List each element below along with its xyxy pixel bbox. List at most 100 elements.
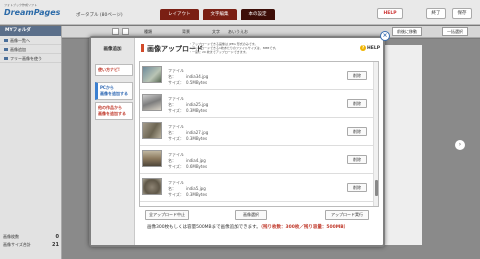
delete-button[interactable]: 削除 [347, 71, 367, 80]
delete-button[interactable]: 削除 [347, 183, 367, 192]
image-count: 画像枚数 0 [3, 234, 59, 240]
file-name-row: ファイル名： india4.jpg [168, 152, 207, 164]
file-info: ファイル名： india27.jpg サイズ： 0.3MBytes [168, 124, 208, 142]
image-thumbnail [142, 94, 162, 111]
image-size-label: 画像サイズ合計 [3, 242, 31, 247]
image-thumbnail [142, 66, 162, 83]
list-item: ファイル名： india27.jpg サイズ： 0.3MBytes 削除 [140, 118, 374, 146]
exit-button[interactable]: 終了 [426, 8, 446, 19]
delete-button[interactable]: 削除 [347, 99, 367, 108]
remaining-quota: （残り枚数：300枚／残り容量：500MB） [260, 225, 349, 230]
upload-file-list[interactable]: ファイル名： india34.jpg サイズ： 0.5MBytes 削除 ファイル名… [139, 61, 379, 207]
dialog-side-menu: 画像追加 使い方ナビ! PCから 画像を追加する 他の作品から 画像を追加する [91, 38, 135, 245]
file-name-row: ファイル名： india25.jpg [168, 96, 208, 108]
upload-limit-text: 画像300枚もしくは容量500MBまで画像追加できます。 [147, 225, 261, 230]
file-size: 0.3MBytes [186, 192, 208, 197]
image-size-total: 画像サイズ合計 21 [3, 242, 59, 248]
file-size-row: サイズ： 0.3MBytes [168, 192, 207, 198]
sidebar-item-image-list[interactable]: 画像一覧へ [0, 36, 61, 45]
color-swatch[interactable] [112, 28, 119, 35]
image-thumbnail [142, 122, 162, 139]
image-count-label: 画像枚数 [3, 234, 19, 239]
app-header: フォトブック作成ソフト DreamPages ポータブル (80ページ) レイア… [0, 0, 480, 25]
file-name: india5.jpg [186, 186, 206, 191]
dialog-actions: 全アップロード中止 画像選択 アップロード実行 [139, 209, 379, 221]
file-name: india4.jpg [186, 158, 206, 163]
delete-button[interactable]: 削除 [347, 155, 367, 164]
tab-layout[interactable]: レイアウト [160, 9, 199, 20]
delete-button[interactable]: 削除 [347, 127, 367, 136]
upload-limit-note: 画像300枚もしくは容量500MBまで画像追加できます。（残り枚数：300枚／残… [147, 224, 379, 230]
image-size-value: 21 [52, 242, 59, 248]
file-name-label: ファイル名： [168, 152, 184, 163]
edition-label: ポータブル (80ページ) [76, 13, 123, 18]
save-button[interactable]: 保存 [452, 8, 472, 19]
file-size-row: サイズ： 0.5MBytes [168, 80, 208, 86]
next-page-icon[interactable]: › [455, 140, 465, 150]
menu-item-sublabel: 画像を追加する [100, 91, 128, 96]
scrollbar-thumb[interactable] [375, 180, 378, 196]
sidebar-item-free-images[interactable]: フリー画像を使う [0, 54, 61, 63]
file-name: india25.jpg [186, 102, 209, 107]
file-size-row: サイズ： 0.3MBytes [168, 108, 208, 114]
file-info: ファイル名： india5.jpg サイズ： 0.3MBytes [168, 180, 207, 198]
file-size-row: サイズ： 0.3MBytes [168, 136, 208, 142]
file-name-row: ファイル名： india5.jpg [168, 180, 207, 192]
list-item: ファイル名： india25.jpg サイズ： 0.3MBytes 削除 [140, 90, 374, 118]
file-size-label: サイズ： [168, 80, 184, 85]
file-size-label: サイズ： [168, 136, 184, 141]
file-name-label: ファイル名： [168, 124, 184, 135]
menu-item-sublabel: 画像を追加する [98, 111, 126, 116]
file-size: 0.5MBytes [186, 80, 208, 85]
list-item: ファイル名： india34.jpg サイズ： 0.5MBytes 削除 [140, 62, 374, 90]
tab-book-settings[interactable]: 本の設定 [240, 9, 275, 20]
file-size-label: サイズ： [168, 108, 184, 113]
file-name-label: ファイル名： [168, 68, 184, 79]
start-upload-button[interactable]: アップロード実行 [325, 210, 369, 220]
sidebar-title: MYフォルダ [0, 26, 61, 36]
color-swatch[interactable] [122, 28, 129, 35]
main-tabs: レイアウト 文字編集 本の設定 [160, 9, 275, 20]
close-dialog-icon[interactable]: × [380, 31, 390, 41]
dialog-help-link[interactable]: ? HELP [359, 45, 380, 51]
logo-text: DreamPages [4, 8, 61, 17]
dialog-side-title: 画像追加 [103, 47, 122, 52]
select-all-button[interactable]: 一括選択 [442, 27, 468, 36]
file-name-row: ファイル名： india34.jpg [168, 68, 208, 80]
image-thumbnail [142, 150, 162, 167]
file-size: 0.6MBytes [186, 164, 208, 169]
dialog-help-label: HELP [366, 46, 380, 51]
image-thumbnail [142, 178, 162, 195]
select-images-button[interactable]: 画像選択 [235, 210, 267, 220]
menu-item-from-other-work[interactable]: 他の作品から 画像を追加する [95, 102, 133, 120]
file-size-row: サイズ： 0.6MBytes [168, 164, 207, 170]
file-name-row: ファイル名： india27.jpg [168, 124, 208, 136]
toolbar-label: 文字 [212, 29, 220, 34]
arrange-button[interactable]: 前後に移動 [392, 27, 422, 36]
app-logo: フォトブック作成ソフト DreamPages [4, 3, 66, 21]
file-info: ファイル名： india4.jpg サイズ： 0.6MBytes [168, 152, 207, 170]
file-name: india27.jpg [186, 130, 209, 135]
help-button[interactable]: HELP [377, 8, 403, 19]
toolbar-label: 背景 [182, 29, 190, 34]
image-upload-dialog: 画像追加 使い方ナビ! PCから 画像を追加する 他の作品から 画像を追加する … [89, 36, 385, 247]
file-size: 0.3MBytes [186, 108, 208, 113]
list-scrollbar[interactable] [373, 62, 378, 206]
menu-item-guide[interactable]: 使い方ナビ! [95, 64, 133, 76]
list-item: ファイル名： india4.jpg サイズ： 0.6MBytes 削除 [140, 146, 374, 174]
file-size-label: サイズ： [168, 164, 184, 169]
menu-item-from-pc[interactable]: PCから 画像を追加する [95, 82, 133, 100]
font-select[interactable]: あいうえお [228, 29, 248, 35]
logo-tagline: フォトブック作成ソフト [4, 3, 38, 7]
file-name-label: ファイル名： [168, 180, 184, 191]
dialog-header: 画像アップロード ・アップロードできる画像は JPEG 形式のみです。 ・アップ… [137, 42, 383, 56]
upload-note: ・一度に 20 枚までアップロードできます。 [189, 50, 249, 55]
file-size: 0.3MBytes [186, 136, 208, 141]
sidebar-item-add-image[interactable]: 画像追加 [0, 45, 61, 54]
file-info: ファイル名： india25.jpg サイズ： 0.3MBytes [168, 96, 208, 114]
file-name-label: ファイル名： [168, 96, 184, 107]
menu-item-label: 使い方ナビ! [98, 67, 120, 72]
my-folder-sidebar: MYフォルダ 画像一覧へ 画像追加 フリー画像を使う 画像枚数 0 画像サイズ合… [0, 26, 62, 259]
tab-text-edit[interactable]: 文字編集 [202, 9, 237, 20]
cancel-all-uploads-button[interactable]: 全アップロード中止 [145, 210, 189, 220]
